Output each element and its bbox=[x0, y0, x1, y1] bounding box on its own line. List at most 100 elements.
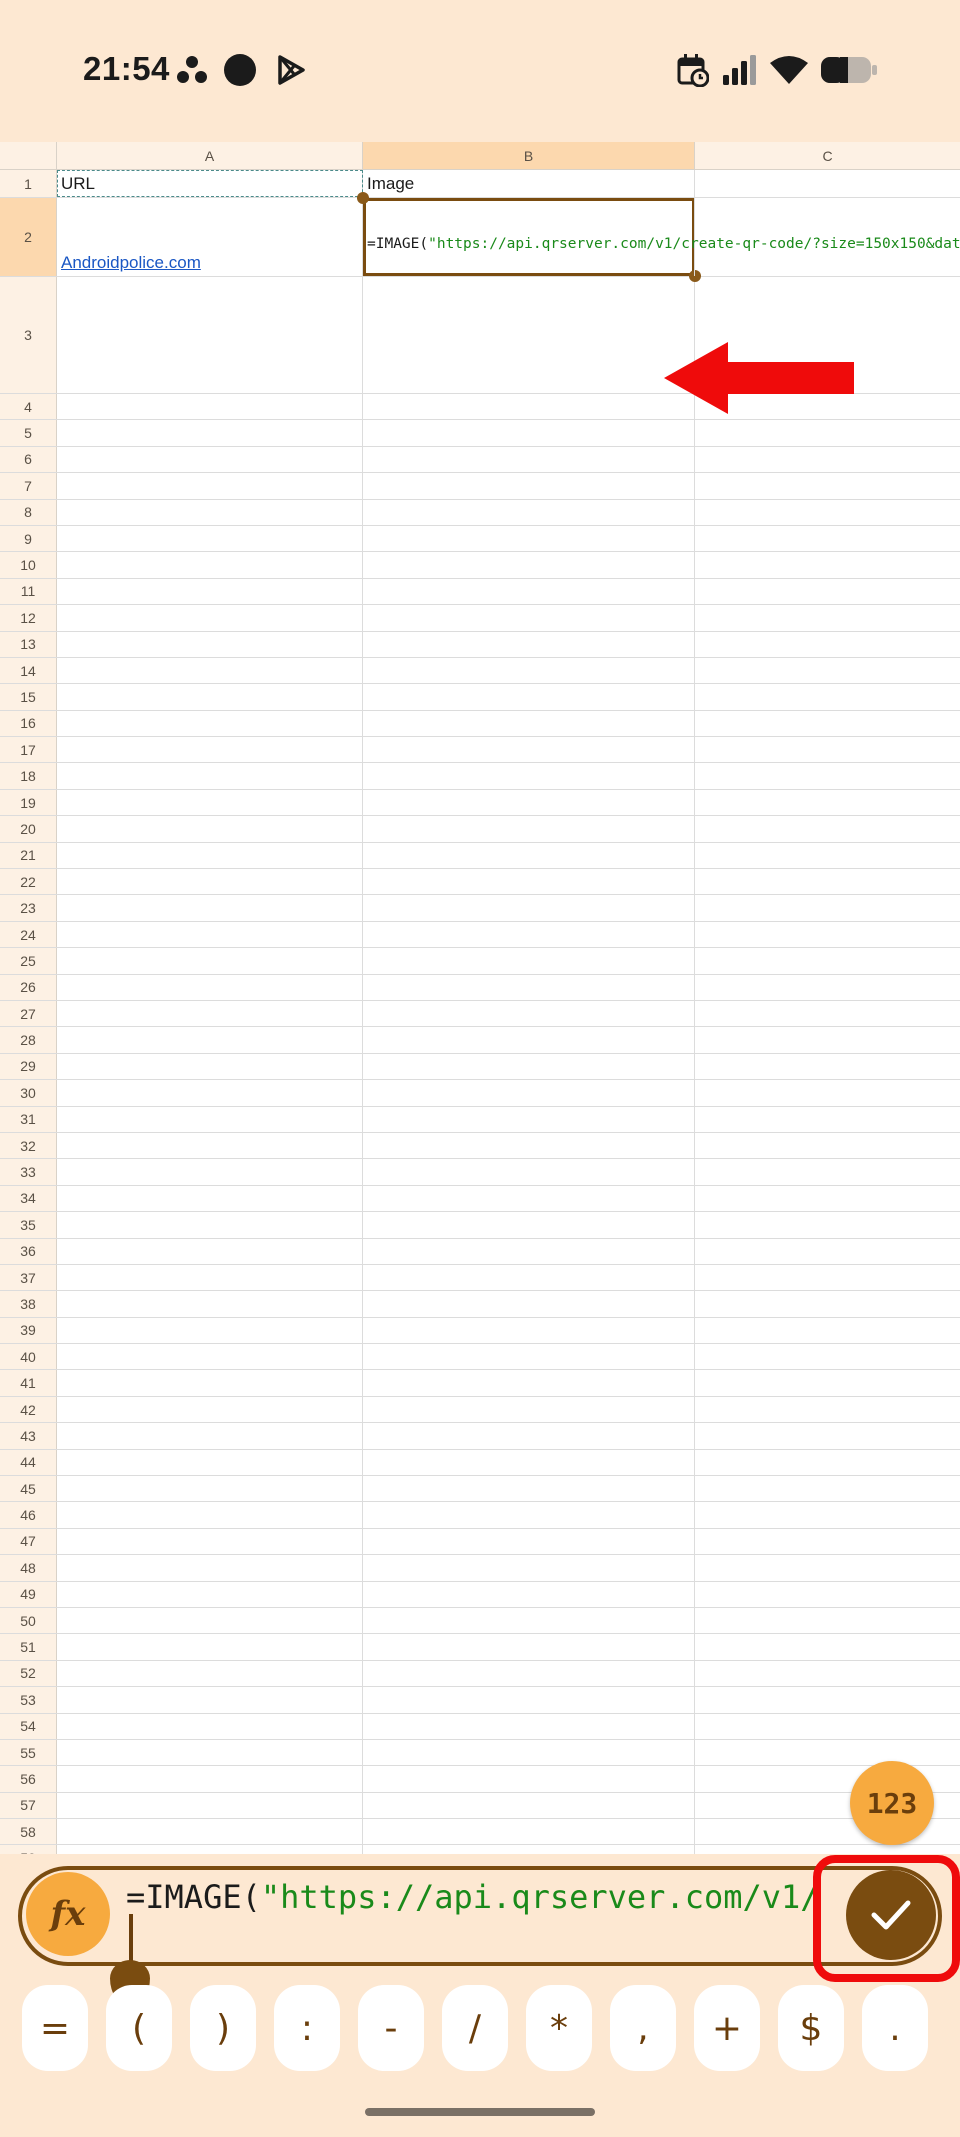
cell-c55[interactable] bbox=[695, 1740, 960, 1765]
row-header[interactable]: 37 bbox=[0, 1264, 57, 1291]
row-header[interactable]: 40 bbox=[0, 1344, 57, 1370]
cell-b13[interactable] bbox=[363, 631, 695, 657]
cell-c11[interactable] bbox=[695, 579, 960, 604]
key-button[interactable]: / bbox=[442, 1985, 508, 2071]
cell-b8[interactable] bbox=[363, 499, 695, 525]
cell-b2[interactable]: =IMAGE("https://api.qrserver.com/v1/crea… bbox=[363, 198, 960, 276]
row-header[interactable]: 18 bbox=[0, 763, 57, 789]
column-header-b[interactable]: B bbox=[363, 142, 695, 170]
row-header[interactable]: 45 bbox=[0, 1476, 57, 1502]
cell-a53[interactable] bbox=[57, 1687, 363, 1713]
cell-b54[interactable] bbox=[363, 1713, 695, 1739]
row-header[interactable]: 55 bbox=[0, 1739, 57, 1766]
cell-c45[interactable] bbox=[695, 1476, 960, 1501]
cell-a7[interactable] bbox=[57, 473, 363, 499]
row-header[interactable]: 47 bbox=[0, 1528, 57, 1555]
cell-c35[interactable] bbox=[695, 1212, 960, 1237]
row-header[interactable]: 14 bbox=[0, 657, 57, 684]
cell-b4[interactable] bbox=[363, 394, 695, 420]
cell-a34[interactable] bbox=[57, 1185, 363, 1212]
row-header[interactable]: 17 bbox=[0, 737, 57, 763]
cell-b38[interactable] bbox=[363, 1291, 695, 1317]
cell-c29[interactable] bbox=[695, 1054, 960, 1079]
row-header[interactable]: 5 bbox=[0, 420, 57, 446]
cell-a20[interactable] bbox=[57, 816, 363, 842]
cell-b48[interactable] bbox=[363, 1555, 695, 1581]
cell-c51[interactable] bbox=[695, 1634, 960, 1659]
cell-a3[interactable] bbox=[57, 277, 363, 393]
column-header-a[interactable]: A bbox=[57, 142, 363, 170]
cell-a32[interactable] bbox=[57, 1132, 363, 1159]
row-header[interactable]: 42 bbox=[0, 1396, 57, 1423]
cell-a35[interactable] bbox=[57, 1212, 363, 1238]
cell-c14[interactable] bbox=[695, 658, 960, 683]
row-header[interactable]: 9 bbox=[0, 525, 57, 552]
key-button[interactable]: . bbox=[862, 1985, 928, 2071]
cell-a25[interactable] bbox=[57, 948, 363, 974]
cell-c25[interactable] bbox=[695, 948, 960, 973]
cell-b51[interactable] bbox=[363, 1634, 695, 1660]
cell-c41[interactable] bbox=[695, 1370, 960, 1395]
row-header[interactable]: 6 bbox=[0, 446, 57, 473]
cell-a5[interactable] bbox=[57, 420, 363, 446]
cell-c32[interactable] bbox=[695, 1133, 960, 1158]
cell-a48[interactable] bbox=[57, 1555, 363, 1581]
cell-a21[interactable] bbox=[57, 842, 363, 869]
cell-b33[interactable] bbox=[363, 1159, 695, 1185]
cell-c49[interactable] bbox=[695, 1582, 960, 1607]
cell-a50[interactable] bbox=[57, 1607, 363, 1634]
cell-c44[interactable] bbox=[695, 1450, 960, 1475]
cell-b20[interactable] bbox=[363, 816, 695, 842]
cell-c13[interactable] bbox=[695, 632, 960, 657]
cell-c39[interactable] bbox=[695, 1318, 960, 1343]
cell-b44[interactable] bbox=[363, 1449, 695, 1476]
key-button[interactable]: : bbox=[274, 1985, 340, 2071]
cell-c30[interactable] bbox=[695, 1080, 960, 1105]
cell-c50[interactable] bbox=[695, 1608, 960, 1633]
cell-b28[interactable] bbox=[363, 1027, 695, 1053]
cell-b1[interactable]: Image bbox=[363, 170, 695, 197]
cell-c43[interactable] bbox=[695, 1423, 960, 1448]
cell-c54[interactable] bbox=[695, 1714, 960, 1739]
cell-b55[interactable] bbox=[363, 1739, 695, 1766]
cell-a22[interactable] bbox=[57, 869, 363, 895]
key-button[interactable]: , bbox=[610, 1985, 676, 2071]
confirm-button[interactable] bbox=[846, 1870, 936, 1960]
cell-b53[interactable] bbox=[363, 1687, 695, 1713]
cell-c5[interactable] bbox=[695, 420, 960, 445]
url-link[interactable]: Androidpolice.com bbox=[61, 253, 201, 273]
cell-a30[interactable] bbox=[57, 1080, 363, 1106]
cell-c33[interactable] bbox=[695, 1159, 960, 1184]
key-button[interactable]: $ bbox=[778, 1985, 844, 2071]
cell-b25[interactable] bbox=[363, 948, 695, 974]
cell-b9[interactable] bbox=[363, 525, 695, 552]
row-header[interactable]: 28 bbox=[0, 1027, 57, 1053]
cell-c16[interactable] bbox=[695, 711, 960, 736]
key-button[interactable]: + bbox=[694, 1985, 760, 2071]
cell-c53[interactable] bbox=[695, 1687, 960, 1712]
select-all-corner[interactable] bbox=[0, 142, 57, 170]
cell-c59[interactable] bbox=[695, 1845, 960, 1854]
key-button[interactable]: - bbox=[358, 1985, 424, 2071]
cell-b43[interactable] bbox=[363, 1423, 695, 1449]
row-header[interactable]: 51 bbox=[0, 1634, 57, 1660]
cell-c28[interactable] bbox=[695, 1027, 960, 1052]
cell-b41[interactable] bbox=[363, 1370, 695, 1396]
cell-b26[interactable] bbox=[363, 974, 695, 1000]
row-header[interactable]: 1 bbox=[0, 170, 57, 197]
cell-b31[interactable] bbox=[363, 1106, 695, 1132]
cell-c19[interactable] bbox=[695, 790, 960, 815]
cell-a29[interactable] bbox=[57, 1053, 363, 1080]
cell-c12[interactable] bbox=[695, 605, 960, 630]
row-header[interactable]: 11 bbox=[0, 578, 57, 605]
row-header[interactable]: 59 bbox=[0, 1845, 57, 1854]
cell-b35[interactable] bbox=[363, 1212, 695, 1238]
cell-c15[interactable] bbox=[695, 684, 960, 709]
cell-a31[interactable] bbox=[57, 1106, 363, 1132]
cell-a2[interactable]: Androidpolice.com bbox=[57, 198, 363, 276]
cell-a28[interactable] bbox=[57, 1027, 363, 1053]
cell-a47[interactable] bbox=[57, 1528, 363, 1555]
cell-b59[interactable] bbox=[363, 1845, 695, 1854]
cell-a18[interactable] bbox=[57, 763, 363, 789]
row-header[interactable]: 41 bbox=[0, 1370, 57, 1396]
